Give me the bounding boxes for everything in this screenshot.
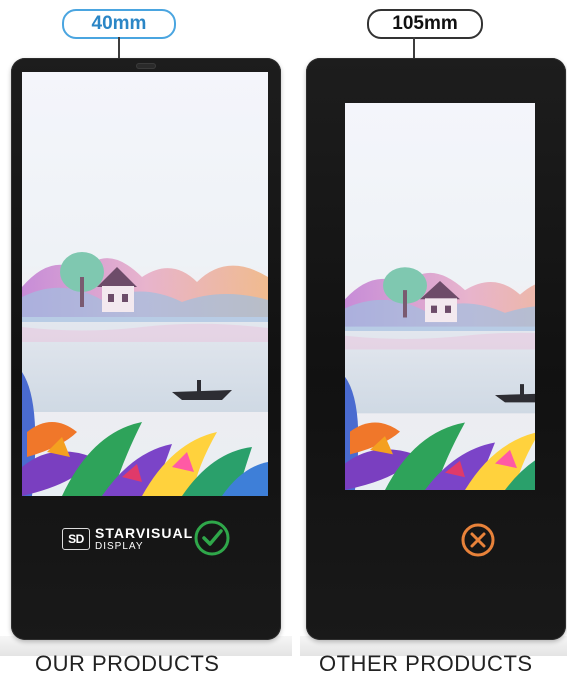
brand-logo-icon: SD bbox=[62, 528, 90, 550]
x-circle-icon bbox=[461, 523, 495, 557]
display-screen-others bbox=[345, 103, 535, 490]
thickness-label-ours: 40mm bbox=[62, 9, 176, 39]
caption-other-products: OTHER PRODUCTS bbox=[319, 651, 533, 676]
camera-icon bbox=[136, 63, 156, 69]
landscape-artwork bbox=[345, 103, 535, 490]
brand-subtitle: DISPLAY bbox=[95, 541, 144, 552]
display-screen-ours bbox=[22, 72, 268, 496]
check-circle-icon bbox=[194, 520, 230, 556]
landscape-artwork bbox=[22, 72, 268, 496]
thickness-label-others: 105mm bbox=[367, 9, 483, 39]
caption-our-products: OUR PRODUCTS bbox=[35, 651, 220, 676]
brand-name: STARVISUAL bbox=[95, 525, 194, 541]
